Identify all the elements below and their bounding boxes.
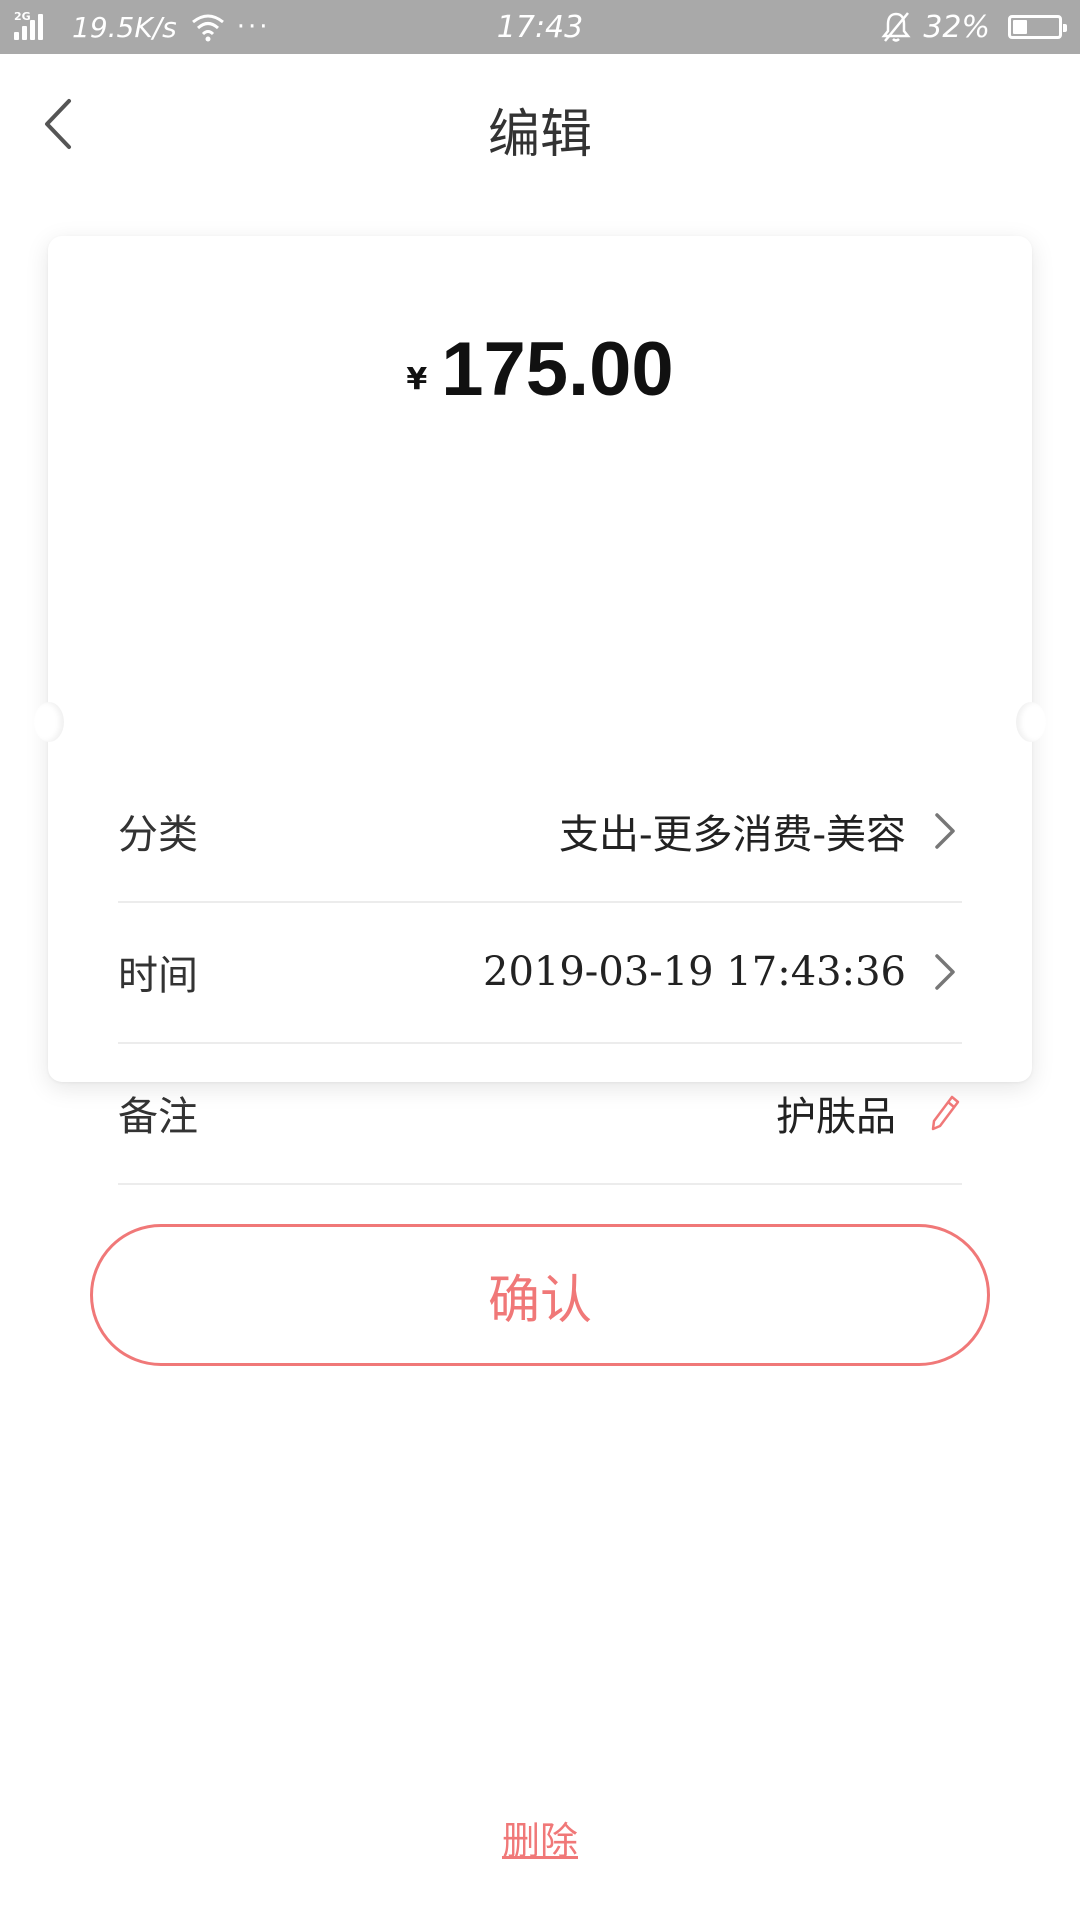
confirm-button[interactable]: 确认 <box>90 1224 990 1366</box>
battery-percent: 32% <box>923 9 990 45</box>
pencil-icon[interactable] <box>928 1093 962 1133</box>
chevron-right-icon <box>928 811 962 851</box>
battery-icon <box>1008 15 1067 39</box>
battery-level <box>1013 20 1028 34</box>
note-row[interactable]: 备注 护肤品 <box>118 1042 962 1185</box>
time-row[interactable]: 时间 2019-03-19 17:43:36 <box>118 901 962 1044</box>
category-row[interactable]: 分类 支出-更多消费-美容 <box>118 760 962 903</box>
status-bar-right: 32% <box>881 8 1067 46</box>
record-card: ¥175.00 分类 支出-更多消费-美容 时间 2019-03-19 17:4… <box>34 236 1046 1281</box>
delete-link[interactable]: 删除 <box>0 1810 1080 1865</box>
currency-symbol: ¥ <box>406 362 428 397</box>
category-label: 分类 <box>118 811 198 858</box>
amount-display: ¥175.00 <box>48 326 1032 413</box>
card-notch-right <box>1016 702 1046 742</box>
time-value: 2019-03-19 17:43:36 <box>483 948 906 995</box>
confirm-label: 确认 <box>487 1270 592 1331</box>
note-label: 备注 <box>118 1093 198 1140</box>
time-label: 时间 <box>118 952 198 999</box>
chevron-right-icon <box>928 952 962 992</box>
page-title: 编辑 <box>487 105 592 165</box>
nav-bar: 编辑 <box>0 54 1080 194</box>
amount-value: 175.00 <box>441 327 674 412</box>
category-value: 支出-更多消费-美容 <box>558 811 906 858</box>
bell-muted-icon <box>881 12 911 42</box>
status-bar: 2G 19.5K/s ··· 17:43 32% <box>0 0 1080 54</box>
note-value: 护肤品 <box>776 1093 896 1140</box>
card-notch-left <box>34 702 64 742</box>
